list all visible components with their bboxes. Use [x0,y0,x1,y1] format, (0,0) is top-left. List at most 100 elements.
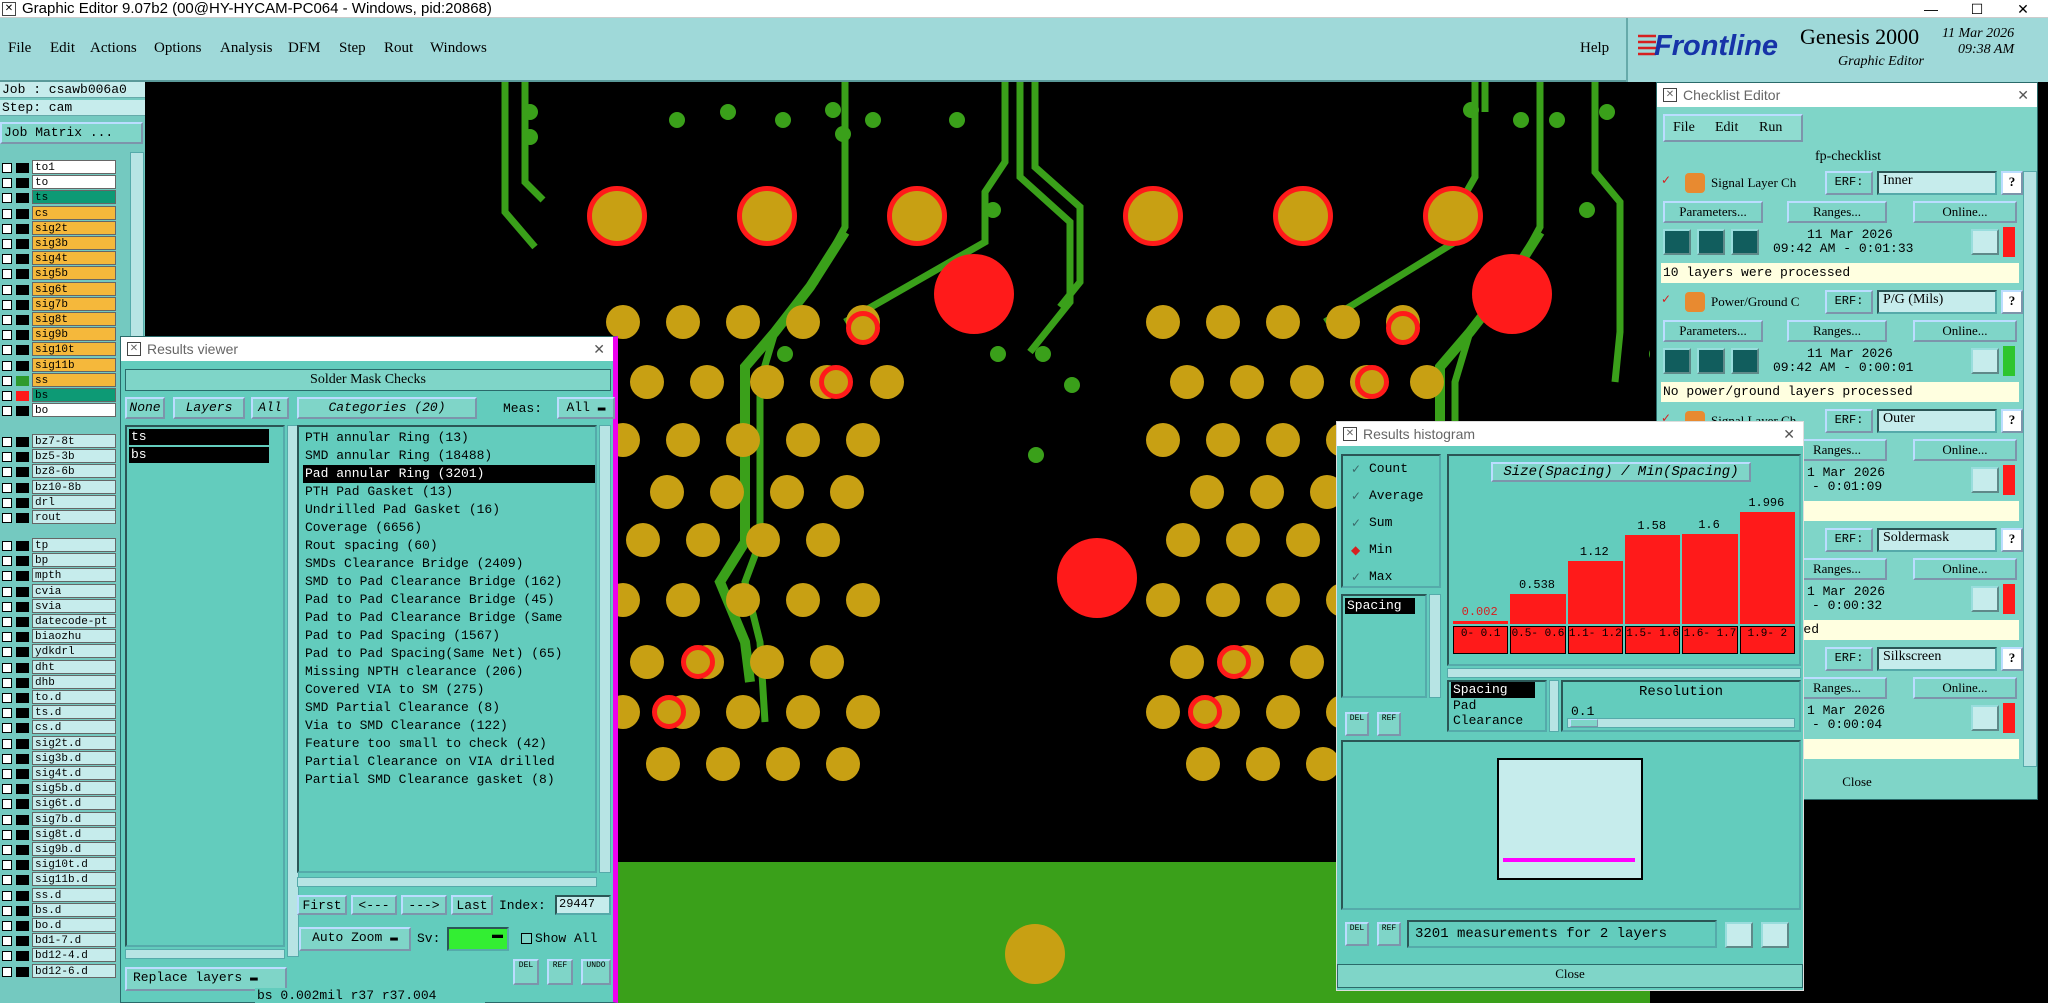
layer-row[interactable]: to [0,175,118,190]
category-item[interactable]: SMD to Pad Clearance Bridge (162) [303,573,595,591]
checkbox-checked-icon[interactable]: ✓ [1661,292,1675,306]
menu-edit[interactable]: Edit [50,40,75,57]
histogram-option[interactable]: ✓ Sum [1349,514,1439,534]
layer-row[interactable]: dhb [0,674,118,690]
category-item[interactable]: SMDs Clearance Bridge (2409) [303,555,595,573]
histogram-bin-label[interactable]: 1.6- 1.7 [1682,626,1738,654]
categories-hscrollbar[interactable] [297,877,597,887]
layer-checkbox[interactable] [2,890,12,901]
menu-file[interactable]: File [8,40,31,57]
erf-field[interactable]: Soldermask [1877,528,1997,552]
layer-name[interactable]: ts [32,190,116,205]
layer-row[interactable]: cs.d [0,720,118,735]
layer-name[interactable]: to1 [32,160,116,174]
layer-row[interactable]: bo [0,403,118,418]
online-button[interactable]: Online... [1913,439,2017,461]
index-field[interactable]: 29447 [555,895,611,915]
layer-name[interactable]: bd12-6.d [32,963,116,978]
histogram-report-icon[interactable] [1761,922,1789,948]
layer-row[interactable]: sig6t [0,281,118,297]
layer-name[interactable]: drl [32,494,116,509]
category-item[interactable]: Pad to Pad Clearance Bridge (Same [303,609,595,627]
layer-row[interactable]: bz10-8b [0,479,118,495]
layer-name[interactable]: bs.d [32,902,116,917]
category-item[interactable]: Missing NPTH clearance (206) [303,663,595,681]
menu-help[interactable]: Help [1580,40,1609,57]
layer-name[interactable]: bs [32,388,116,402]
zoom-icon[interactable] [1971,229,1999,255]
layer-checkbox[interactable] [2,601,12,612]
measure-scrollbar[interactable] [1429,594,1441,698]
layer-name[interactable]: ss [32,372,116,387]
run-check-icon[interactable] [1697,229,1725,255]
layer-row[interactable]: sig10t [0,342,118,357]
layer-row[interactable]: bp [0,553,118,568]
layer-row[interactable]: sig7b.d [0,811,118,827]
layer-name[interactable]: sig7b.d [32,811,116,826]
layer-checkbox[interactable] [2,193,12,204]
checklist-close-button[interactable]: Close [1807,773,1907,795]
layer-name[interactable]: mpth [32,568,116,583]
layer-row[interactable]: bs [0,388,118,403]
field-item[interactable]: Pad [1453,698,1476,713]
layer-row[interactable]: sig11b.d [0,872,118,887]
layer-row[interactable]: cvia [0,583,118,599]
results-layer-item[interactable]: ts [129,429,269,445]
layer-name[interactable]: sig6t [32,281,116,296]
category-item[interactable]: PTH annular Ring (13) [303,429,595,447]
online-button[interactable]: Online... [1913,320,2017,342]
layer-checkbox[interactable] [2,315,12,325]
layer-row[interactable]: sig2t [0,220,118,236]
histogram-bar[interactable] [1510,593,1566,624]
layer-checkbox[interactable] [2,586,12,597]
layer-checkbox[interactable] [2,632,12,643]
layer-checkbox[interactable] [2,905,12,916]
results-layer-item[interactable]: bs [129,447,269,463]
category-item[interactable]: Undrilled Pad Gasket (16) [303,501,595,519]
layer-checkbox[interactable] [2,208,12,219]
layer-name[interactable]: ss.d [32,887,116,902]
layer-row[interactable]: mpth [0,568,118,583]
layer-row[interactable]: sig11b [0,357,118,373]
layer-row[interactable]: sig2t.d [0,735,118,751]
job-matrix-button[interactable]: Job Matrix ... [0,122,143,144]
layer-name[interactable]: ts.d [32,705,116,720]
layer-row[interactable]: ts [0,190,118,205]
zoom-icon[interactable] [1971,467,1999,493]
histogram-bar[interactable] [1739,511,1795,624]
ranges-button[interactable]: Ranges... [1787,320,1887,342]
menu-options[interactable]: Options [154,40,202,57]
layer-row[interactable]: biaozhu [0,629,118,644]
layer-name[interactable]: sig4t [32,251,116,266]
category-item[interactable]: Rout spacing (60) [303,537,595,555]
layer-name[interactable]: cvia [32,583,116,598]
histogram-option[interactable]: ◆ Min [1349,541,1439,561]
layer-row[interactable]: bd12-4.d [0,948,118,963]
layer-name[interactable]: sig10t.d [32,857,116,872]
layer-name[interactable]: sig10t [32,342,116,357]
online-button[interactable]: Online... [1913,558,2017,580]
layer-row[interactable]: sig6t.d [0,796,118,811]
layer-checkbox[interactable] [2,647,12,658]
layer-checkbox[interactable] [2,753,12,764]
layer-checkbox[interactable] [2,723,12,734]
field-item[interactable]: Spacing [1451,682,1535,698]
histogram-bin-label[interactable]: 0- 0.1 [1453,626,1509,654]
help-icon[interactable]: ? [2001,647,2023,671]
minimize-icon[interactable]: — [1908,0,1954,18]
layer-checkbox[interactable] [2,299,12,310]
layer-row[interactable]: to.d [0,690,118,705]
layer-row[interactable]: tp [0,538,118,553]
layer-name[interactable]: bd12-4.d [32,948,116,963]
layer-name[interactable]: bp [32,553,116,568]
layer-row[interactable]: dht [0,659,118,675]
categories-button[interactable]: Categories (20) [297,397,477,419]
refresh-icon[interactable]: REF [1377,712,1401,736]
layer-row[interactable]: sig9b [0,327,118,342]
layer-name[interactable]: sig5b.d [32,781,116,796]
layer-row[interactable]: sig4t [0,251,118,266]
histogram-bar[interactable] [1453,621,1509,624]
help-icon[interactable]: ? [2001,171,2023,195]
layer-row[interactable]: sig7b [0,296,118,312]
layer-name[interactable]: sig2t.d [32,735,116,750]
